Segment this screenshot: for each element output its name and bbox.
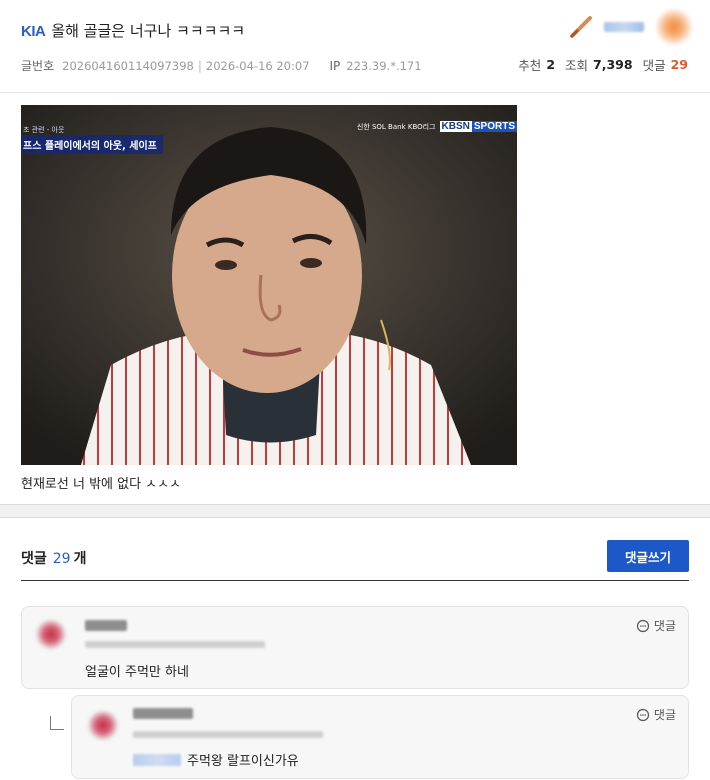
comment-item: 얼굴이 주먹만 하네 댓글	[21, 606, 689, 689]
post-header: KIA 올해 골글은 너구나 ㅋㅋㅋㅋㅋ 글번호 202604160114097…	[0, 0, 710, 93]
post-body: 현재로선 너 밖에 없다 ㅅㅅㅅ	[21, 477, 182, 492]
post-image[interactable]: 초 관련 - 아웃 프스 플레이에서의 아웃, 세이프 신한 SOL Bank …	[21, 105, 517, 465]
speech-bubble-icon	[636, 619, 650, 632]
comment-meta	[133, 731, 323, 738]
comment-meta	[85, 641, 265, 648]
ip-value: 223.39.*.171	[346, 58, 422, 73]
reply-branch-icon	[50, 716, 64, 730]
views-count: 7,398	[593, 57, 633, 72]
broadcast-league: 신한 SOL Bank KBO리그	[356, 122, 436, 131]
comment-text: 얼굴이 주먹만 하네	[85, 665, 189, 680]
comments-header-count: 29	[52, 551, 71, 567]
recommend-count: 2	[546, 57, 556, 72]
write-comment-button[interactable]: 댓글쓰기	[607, 540, 689, 572]
comments-count: 29	[670, 57, 688, 72]
speech-bubble-icon	[636, 708, 650, 721]
reply-label: 댓글	[653, 708, 676, 722]
ip-label: IP	[329, 58, 341, 73]
post-date: 2026-04-16 20:07	[205, 58, 310, 73]
comment-item: 주먹왕 랄프이신가유 댓글	[71, 695, 689, 779]
post-title-text: 올해 골글은 너구나 ㅋㅋㅋㅋㅋ	[51, 22, 246, 40]
comments-header-unit: 개	[73, 551, 87, 567]
reply-button[interactable]: 댓글	[636, 617, 676, 634]
mention-tag[interactable]	[133, 753, 181, 766]
recommend-label: 추천	[518, 58, 542, 73]
baseball-bat-icon	[570, 16, 592, 38]
reply-button[interactable]: 댓글	[636, 706, 676, 723]
comments-header: 댓글 29 개	[21, 548, 86, 568]
broadcast-logo: 신한 SOL Bank KBO리그 KBSN SPORTS	[357, 121, 517, 132]
avatar[interactable]	[86, 710, 120, 744]
broadcast-kbsn: KBSN	[439, 121, 472, 132]
author-info[interactable]	[568, 9, 692, 45]
comment-author[interactable]	[85, 620, 127, 631]
broadcast-subcaption: 초 관련 - 아웃	[23, 126, 65, 134]
post-title: KIA 올해 골글은 너구나 ㅋㅋㅋㅋㅋ	[21, 20, 245, 41]
comment-author[interactable]	[133, 708, 193, 719]
comments-header-label: 댓글	[21, 551, 47, 567]
avatar[interactable]	[34, 619, 68, 653]
post-meta: 글번호 202604160114097398 | 2026-04-16 20:0…	[21, 57, 422, 74]
broadcast-caption: 프스 플레이에서의 아웃, 세이프	[21, 135, 163, 154]
post-container: KIA 올해 골글은 너구나 ㅋㅋㅋㅋㅋ 글번호 202604160114097…	[0, 0, 710, 505]
meta-divider: |	[197, 58, 202, 73]
post-number: 202604160114097398	[62, 58, 194, 73]
comment-text: 주먹왕 랄프이신가유	[187, 754, 299, 769]
post-stats: 추천 2 조회 7,398 댓글 29	[518, 55, 688, 74]
author-avatar[interactable]	[656, 9, 692, 45]
author-name[interactable]	[604, 22, 644, 32]
reply-label: 댓글	[653, 619, 676, 633]
comment-text-row: 주먹왕 랄프이신가유	[133, 750, 299, 769]
views-label: 조회	[565, 58, 589, 73]
comments-label: 댓글	[642, 58, 666, 73]
comments-divider	[21, 580, 689, 581]
comments-section: 댓글 29 개 댓글쓰기 얼굴이 주먹만 하네 댓글 주먹왕 랄프이신가유 댓글	[0, 517, 710, 780]
broadcast-sports: SPORTS	[471, 121, 517, 132]
team-tag[interactable]: KIA	[21, 23, 46, 40]
post-number-label: 글번호	[21, 59, 55, 73]
player-photo	[21, 105, 517, 465]
